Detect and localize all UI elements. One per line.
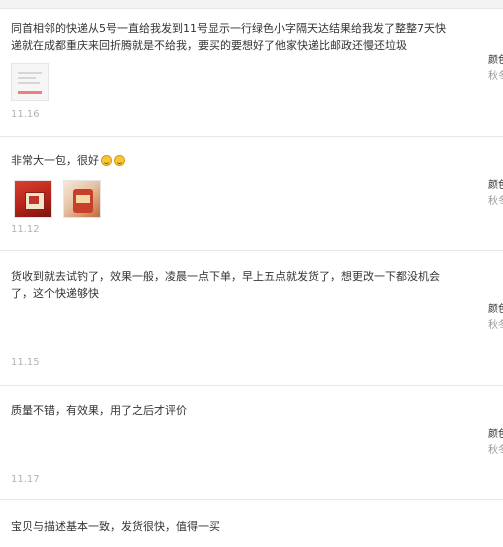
reviewer-level: 秋冬 (488, 445, 503, 456)
review-text: 质量不错，有效果，用了之后才评价 (11, 404, 187, 417)
reviewer-level: 秋冬 (488, 196, 503, 207)
reviewer-info: 颜色 秋冬 (488, 302, 503, 334)
review-text: 同首相邻的快递从5号一直给我发到11号显示一行绿色小字隔天达结果给我发了整整7天… (11, 22, 446, 52)
review-text: 货收到就去试钓了，效果一般，凌晨一点下单，早上五点就发货了，想更改一下都没机会了… (11, 270, 440, 300)
reviewer-level: 秋冬 (488, 320, 503, 331)
reviewer-name: 颜色 (488, 304, 503, 315)
review-date: 11.17 (11, 474, 40, 485)
review-date: 11.16 (11, 109, 40, 120)
reviewer-level: 秋冬 (488, 71, 503, 82)
grin-emoji-icon (114, 155, 125, 166)
review-text-line: 非常大一包，很好 (11, 152, 451, 169)
reviewer-name: 颜色 (488, 180, 503, 191)
red-package-photo[interactable] (14, 180, 52, 218)
reviewer-info: 颜色 秋冬 (488, 53, 503, 85)
review-item: 非常大一包，很好 11.12 颜色 秋冬 (0, 138, 503, 251)
review-item: 同首相邻的快递从5号一直给我发到11号显示一行绿色小字隔天达结果给我发了整整7天… (0, 9, 503, 137)
review-text: 宝贝与描述基本一致，发货很快，值得一买 (11, 520, 220, 533)
snack-bag-photo[interactable] (63, 180, 101, 218)
review-date: 11.15 (11, 357, 40, 368)
review-item: 质量不错，有效果，用了之后才评价 11.17 颜色 秋冬 (0, 387, 503, 500)
reviewer-name: 颜色 (488, 429, 503, 440)
reviewer-info: 颜色 秋冬 (488, 178, 503, 210)
review-item: 货收到就去试钓了，效果一般，凌晨一点下单，早上五点就发货了，想更改一下都没机会了… (0, 252, 503, 386)
reviewer-name: 颜色 (488, 55, 503, 66)
review-item: 宝贝与描述基本一致，发货很快，值得一买 (0, 501, 503, 547)
screenshot-thumbnail[interactable] (11, 63, 49, 101)
grin-emoji-icon (101, 155, 112, 166)
review-date: 11.12 (11, 224, 40, 235)
reviewer-info: 颜色 秋冬 (488, 427, 503, 459)
review-text: 非常大一包，很好 (11, 154, 99, 167)
top-toolbar-strip (0, 0, 503, 9)
